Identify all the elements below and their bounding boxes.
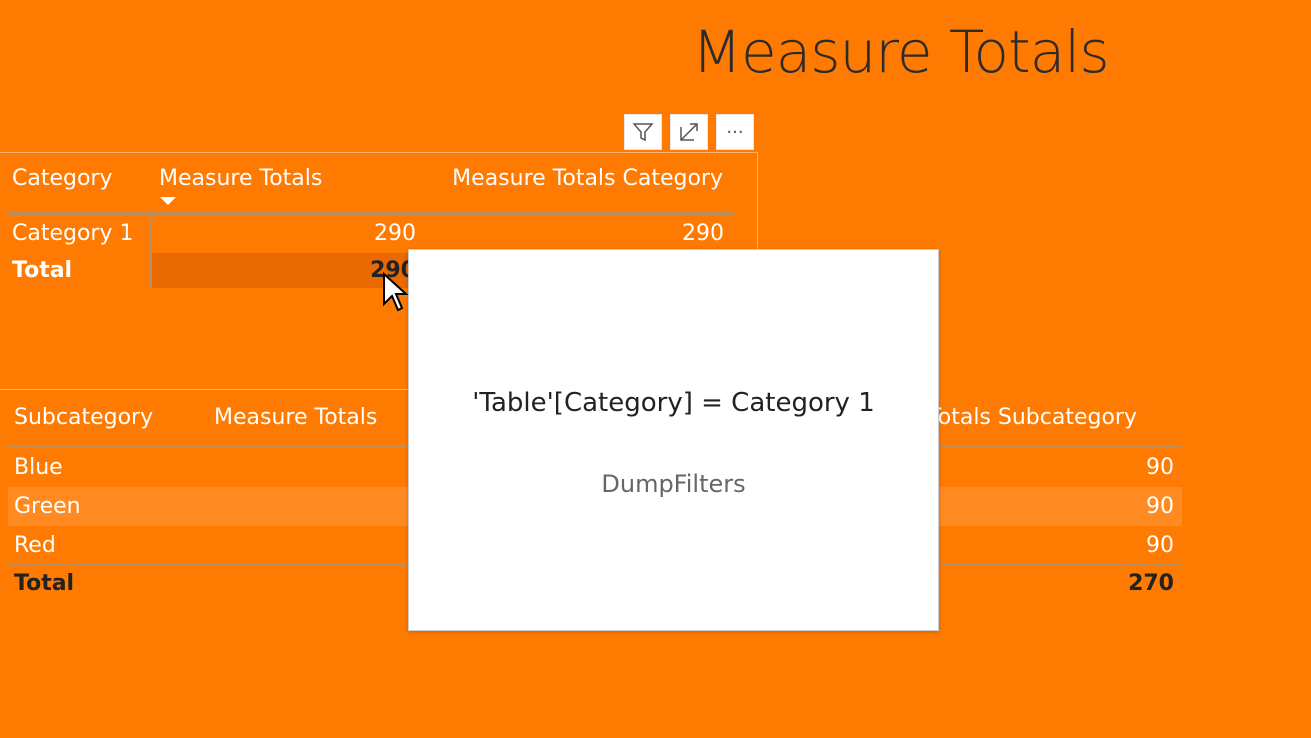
filter-icon (632, 123, 654, 142)
tooltip: 'Table'[Category] = Category 1 DumpFilte… (408, 249, 939, 631)
page-title: Measure Totals (692, 18, 1110, 86)
total-label: Total (12, 258, 73, 283)
row-subcategory: Red (14, 533, 56, 558)
sort-descending-icon (160, 197, 176, 205)
row-subcategory: Blue (14, 455, 63, 480)
cell-value: 90 (1146, 494, 1174, 519)
focus-mode-icon (680, 123, 698, 141)
header-divider (8, 212, 734, 215)
filter-button[interactable] (624, 114, 662, 150)
cell-value: 90 (1146, 533, 1174, 558)
column-header-measure-totals[interactable]: Measure Totals (214, 405, 377, 430)
total-value: 270 (1128, 571, 1174, 596)
column-header-measure-totals[interactable]: Measure Totals (159, 166, 322, 191)
cell-measure-totals-category: 290 (682, 221, 724, 246)
cell-measure-totals: 290 (374, 221, 416, 246)
total-label: Total (14, 571, 75, 596)
column-header-subcategory[interactable]: Subcategory (14, 405, 153, 430)
focus-mode-button[interactable] (670, 114, 708, 150)
column-header-category[interactable]: Category (12, 166, 113, 191)
more-options-icon: ··· (726, 121, 744, 143)
row-subcategory: Green (14, 494, 81, 519)
cell-value: 90 (1146, 455, 1174, 480)
column-header-measure-totals-category[interactable]: Measure Totals Category (452, 166, 723, 191)
mouse-cursor-icon (383, 272, 409, 312)
tooltip-filter-text: 'Table'[Category] = Category 1 (472, 388, 875, 418)
tooltip-measure-name: DumpFilters (601, 470, 746, 498)
more-options-button[interactable]: ··· (716, 114, 754, 150)
row-category: Category 1 (12, 221, 134, 246)
